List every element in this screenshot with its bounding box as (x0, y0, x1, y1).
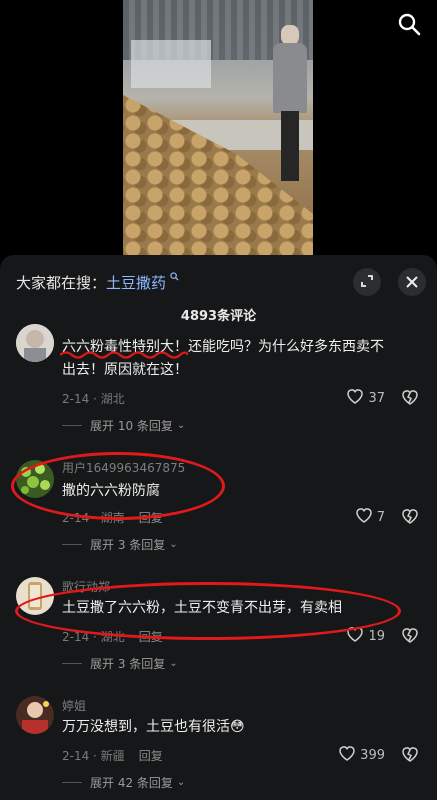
like-button[interactable]: 37 (346, 388, 385, 408)
heart-icon (346, 626, 364, 646)
divider-line (62, 425, 82, 426)
hot-search-term[interactable]: 土豆撒药 (106, 274, 166, 292)
like-count: 399 (360, 747, 385, 763)
heart-icon (346, 388, 364, 408)
expand-replies-label: 展开 3 条回复 (90, 538, 166, 552)
username[interactable]: 用户1649963467875 (62, 459, 185, 476)
broken-heart-icon (401, 390, 419, 409)
video-player[interactable] (0, 0, 437, 262)
divider-line (62, 782, 82, 783)
broken-heart-icon (401, 628, 419, 647)
broken-heart-icon (401, 747, 419, 766)
flushed-emoji: 😳 (230, 719, 245, 735)
divider-line (62, 663, 82, 664)
like-button[interactable]: 7 (355, 507, 385, 527)
hot-search-prefix: 大家都在搜： (16, 274, 107, 292)
comment-text-highlight: 六六粉毒性特别大！ (62, 339, 188, 355)
expand-fullscreen-button[interactable] (353, 268, 381, 296)
comment-meta: 2-14 · 湖北 (62, 392, 125, 406)
like-count: 7 (376, 509, 385, 525)
warehouse-window (131, 40, 211, 88)
chevron-down-icon: ⌄ (176, 420, 186, 431)
avatar[interactable] (16, 460, 54, 498)
like-count: 19 (368, 628, 385, 644)
reply-button[interactable]: 回复 (139, 511, 163, 525)
expand-replies[interactable]: 展开 3 条回复 ⌄ (62, 536, 178, 553)
comment-text: 撒的六六粉防腐 (62, 483, 160, 499)
dislike-button[interactable] (401, 508, 419, 528)
like-button[interactable]: 399 (338, 745, 385, 765)
username[interactable]: 歌行动郑 (62, 578, 110, 595)
avatar[interactable] (16, 324, 54, 362)
comment-meta: 2-14 · 湖南 回复 (62, 509, 163, 526)
reply-button[interactable]: 回复 (139, 630, 163, 644)
avatar[interactable] (16, 696, 54, 734)
search-small-icon (167, 272, 179, 284)
video-frame (123, 0, 313, 258)
hot-search[interactable]: 大家都在搜：土豆撒药 (16, 272, 179, 293)
comment-count: 4893条评论 (180, 309, 257, 324)
dislike-button[interactable] (401, 389, 419, 409)
comment-meta: 2-14 · 新疆 回复 (62, 747, 163, 764)
chevron-down-icon: ⌄ (169, 658, 178, 669)
comment-date-location: 2-14 · 新疆 (62, 749, 125, 763)
like-count: 37 (368, 390, 385, 406)
expand-replies[interactable]: 展开 10 条回复 ⌄ (62, 417, 185, 434)
chevron-down-icon: ⌄ (176, 777, 186, 788)
comment-text: 万万没想到，土豆也有很活😳 (62, 716, 397, 739)
heart-icon (355, 507, 373, 527)
search-icon[interactable] (397, 12, 421, 36)
comment-text: 六六粉毒性特别大！还能吃吗？为什么好多东西卖不出去！原因就在这！ (62, 336, 397, 382)
dislike-button[interactable] (401, 746, 419, 766)
expand-replies[interactable]: 展开 42 条回复 ⌄ (62, 774, 185, 791)
close-icon (406, 273, 418, 292)
expand-replies-label: 展开 10 条回复 (90, 419, 173, 433)
expand-icon (360, 273, 374, 292)
like-button[interactable]: 19 (346, 626, 385, 646)
expand-replies[interactable]: 展开 3 条回复 ⌄ (62, 655, 178, 672)
chevron-down-icon: ⌄ (169, 539, 178, 550)
comment-text-body: 万万没想到，土豆也有很活 (62, 719, 230, 735)
dislike-button[interactable] (401, 627, 419, 647)
heart-icon (338, 745, 356, 765)
avatar[interactable] (16, 577, 54, 615)
username[interactable]: 婷姐 (62, 697, 86, 714)
expand-replies-label: 展开 42 条回复 (90, 776, 173, 790)
broken-heart-icon (401, 509, 419, 528)
comment-meta: 2-14 · 湖北 回复 (62, 628, 163, 645)
comment-text: 土豆撒了六六粉，土豆不变青不出芽，有卖相 (62, 600, 342, 616)
close-button[interactable] (398, 268, 426, 296)
sheet-header: 大家都在搜：土豆撒药 (0, 255, 437, 305)
comment-date-location: 2-14 · 湖南 (62, 511, 125, 525)
divider-line (62, 544, 82, 545)
comment-date-location: 2-14 · 湖北 (62, 630, 125, 644)
person-figure (273, 25, 307, 190)
reply-button[interactable]: 回复 (139, 749, 163, 763)
expand-replies-label: 展开 3 条回复 (90, 657, 166, 671)
